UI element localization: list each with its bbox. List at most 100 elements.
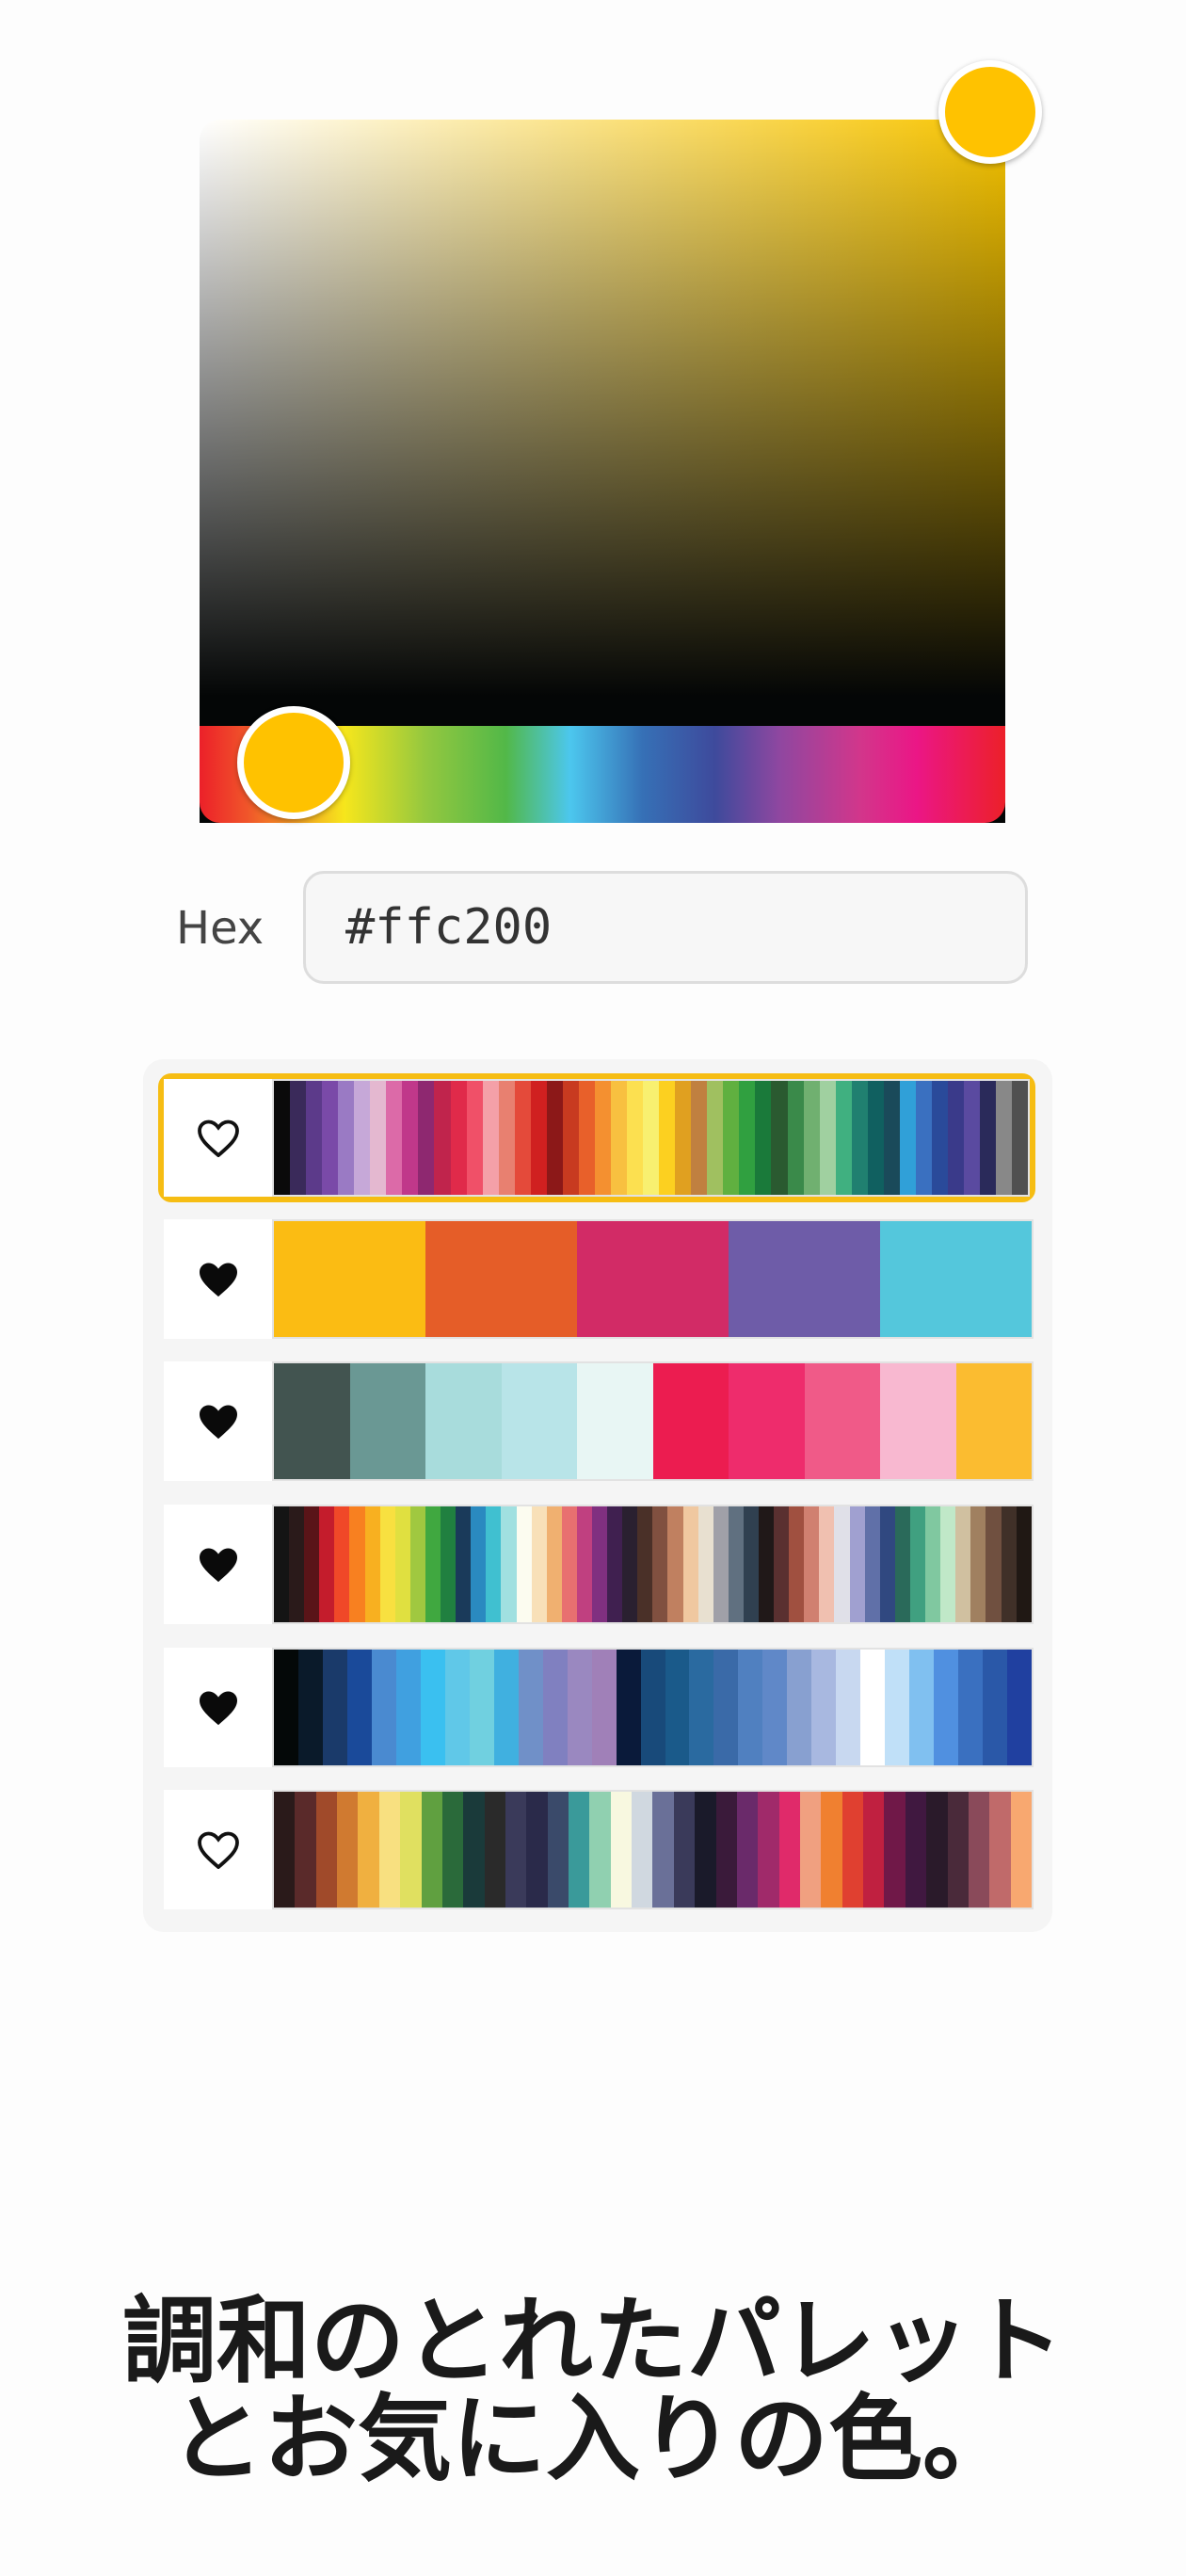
color-swatch [860,1650,886,1765]
color-swatch [421,1792,442,1908]
color-swatch [400,1792,422,1908]
color-swatch [290,1081,307,1195]
color-swatch [561,1506,577,1622]
favorite-toggle-off[interactable] [164,1079,272,1197]
hex-input[interactable] [303,871,1028,984]
color-swatch [589,1792,611,1908]
palette-swatches [272,1790,1034,1909]
color-swatch [322,1081,339,1195]
favorite-toggle-on[interactable] [164,1505,272,1624]
color-swatch [707,1081,724,1195]
color-swatch [728,1506,744,1622]
color-swatch [774,1506,790,1622]
color-swatch [713,1506,729,1622]
color-swatch [274,1792,296,1908]
palette-swatches [272,1219,1034,1339]
color-swatch [799,1792,822,1908]
color-swatch [466,1081,483,1195]
color-swatch [501,1363,577,1479]
palette-row[interactable] [164,1219,1034,1339]
favorite-toggle-on[interactable] [164,1648,272,1767]
color-swatch [1012,1081,1029,1195]
color-swatch [899,1081,916,1195]
color-swatch [577,1221,729,1337]
color-swatch [758,1792,779,1908]
color-swatch [955,1506,971,1622]
favorite-toggle-on[interactable] [164,1219,272,1339]
color-swatch [755,1081,772,1195]
color-swatch [640,1650,665,1765]
color-swatch [743,1506,759,1622]
color-swatch [567,1650,592,1765]
color-swatch [434,1081,451,1195]
promo-caption: 調和のとれたパレット とお気に入りの色。 [0,2293,1186,2488]
color-swatch [516,1506,532,1622]
color-swatch [697,1506,713,1622]
palette-row[interactable] [164,1361,1034,1481]
color-swatch [789,1506,805,1622]
color-swatch [879,1506,895,1622]
color-swatch [996,1081,1013,1195]
color-swatch [425,1363,502,1479]
color-swatch [441,1792,464,1908]
heart-filled-icon [199,1690,237,1725]
color-swatch [931,1081,948,1195]
color-swatch [562,1081,579,1195]
color-swatch [610,1081,628,1195]
color-swatch [787,1650,812,1765]
palette-row[interactable] [164,1505,1034,1624]
color-swatch [983,1650,1008,1765]
color-swatch [652,1792,674,1908]
color-swatch [526,1792,548,1908]
color-swatch [441,1506,457,1622]
color-swatch [803,1081,820,1195]
palette-row[interactable] [164,1790,1034,1909]
color-swatch [723,1081,740,1195]
color-swatch [905,1792,927,1908]
color-swatch [274,1506,290,1622]
color-swatch [947,1792,969,1908]
color-swatch [729,1363,805,1479]
color-swatch [591,1650,617,1765]
color-swatch [498,1081,515,1195]
color-swatch [715,1792,737,1908]
hue-slider-thumb[interactable] [237,706,350,819]
palette-row[interactable] [164,1648,1034,1767]
color-swatch [835,1081,852,1195]
color-swatch [867,1081,884,1195]
favorite-toggle-off[interactable] [164,1790,272,1909]
color-swatch [667,1506,683,1622]
color-swatch [444,1650,470,1765]
color-swatch [450,1081,467,1195]
color-swatch [819,1081,836,1195]
color-swatch [420,1650,445,1765]
color-swatch [819,1506,835,1622]
color-swatch [1007,1650,1033,1765]
color-swatch [804,1506,820,1622]
palette-row[interactable] [158,1073,1035,1202]
color-swatch [409,1506,425,1622]
color-swatch [370,1081,387,1195]
color-swatch [315,1792,338,1908]
color-swatch [322,1650,347,1765]
color-swatch [739,1081,756,1195]
color-selector-thumb[interactable] [938,60,1042,164]
color-swatch [386,1081,403,1195]
color-swatch [880,1221,1032,1337]
favorite-toggle-on[interactable] [164,1361,272,1481]
color-swatch [955,1363,1032,1479]
color-swatch [925,1506,941,1622]
color-swatch [546,1081,563,1195]
heart-filled-icon [199,1404,237,1439]
color-swatch [841,1792,864,1908]
color-swatch [518,1650,543,1765]
color-swatch [547,1792,569,1908]
heart-outline-icon [197,1831,239,1869]
color-swatch [610,1792,633,1908]
color-swatch [569,1792,590,1908]
color-swatch [940,1506,956,1622]
color-swatch [926,1792,948,1908]
color-swatch [514,1081,531,1195]
color-swatch [762,1650,788,1765]
color-swatch [274,1221,425,1337]
